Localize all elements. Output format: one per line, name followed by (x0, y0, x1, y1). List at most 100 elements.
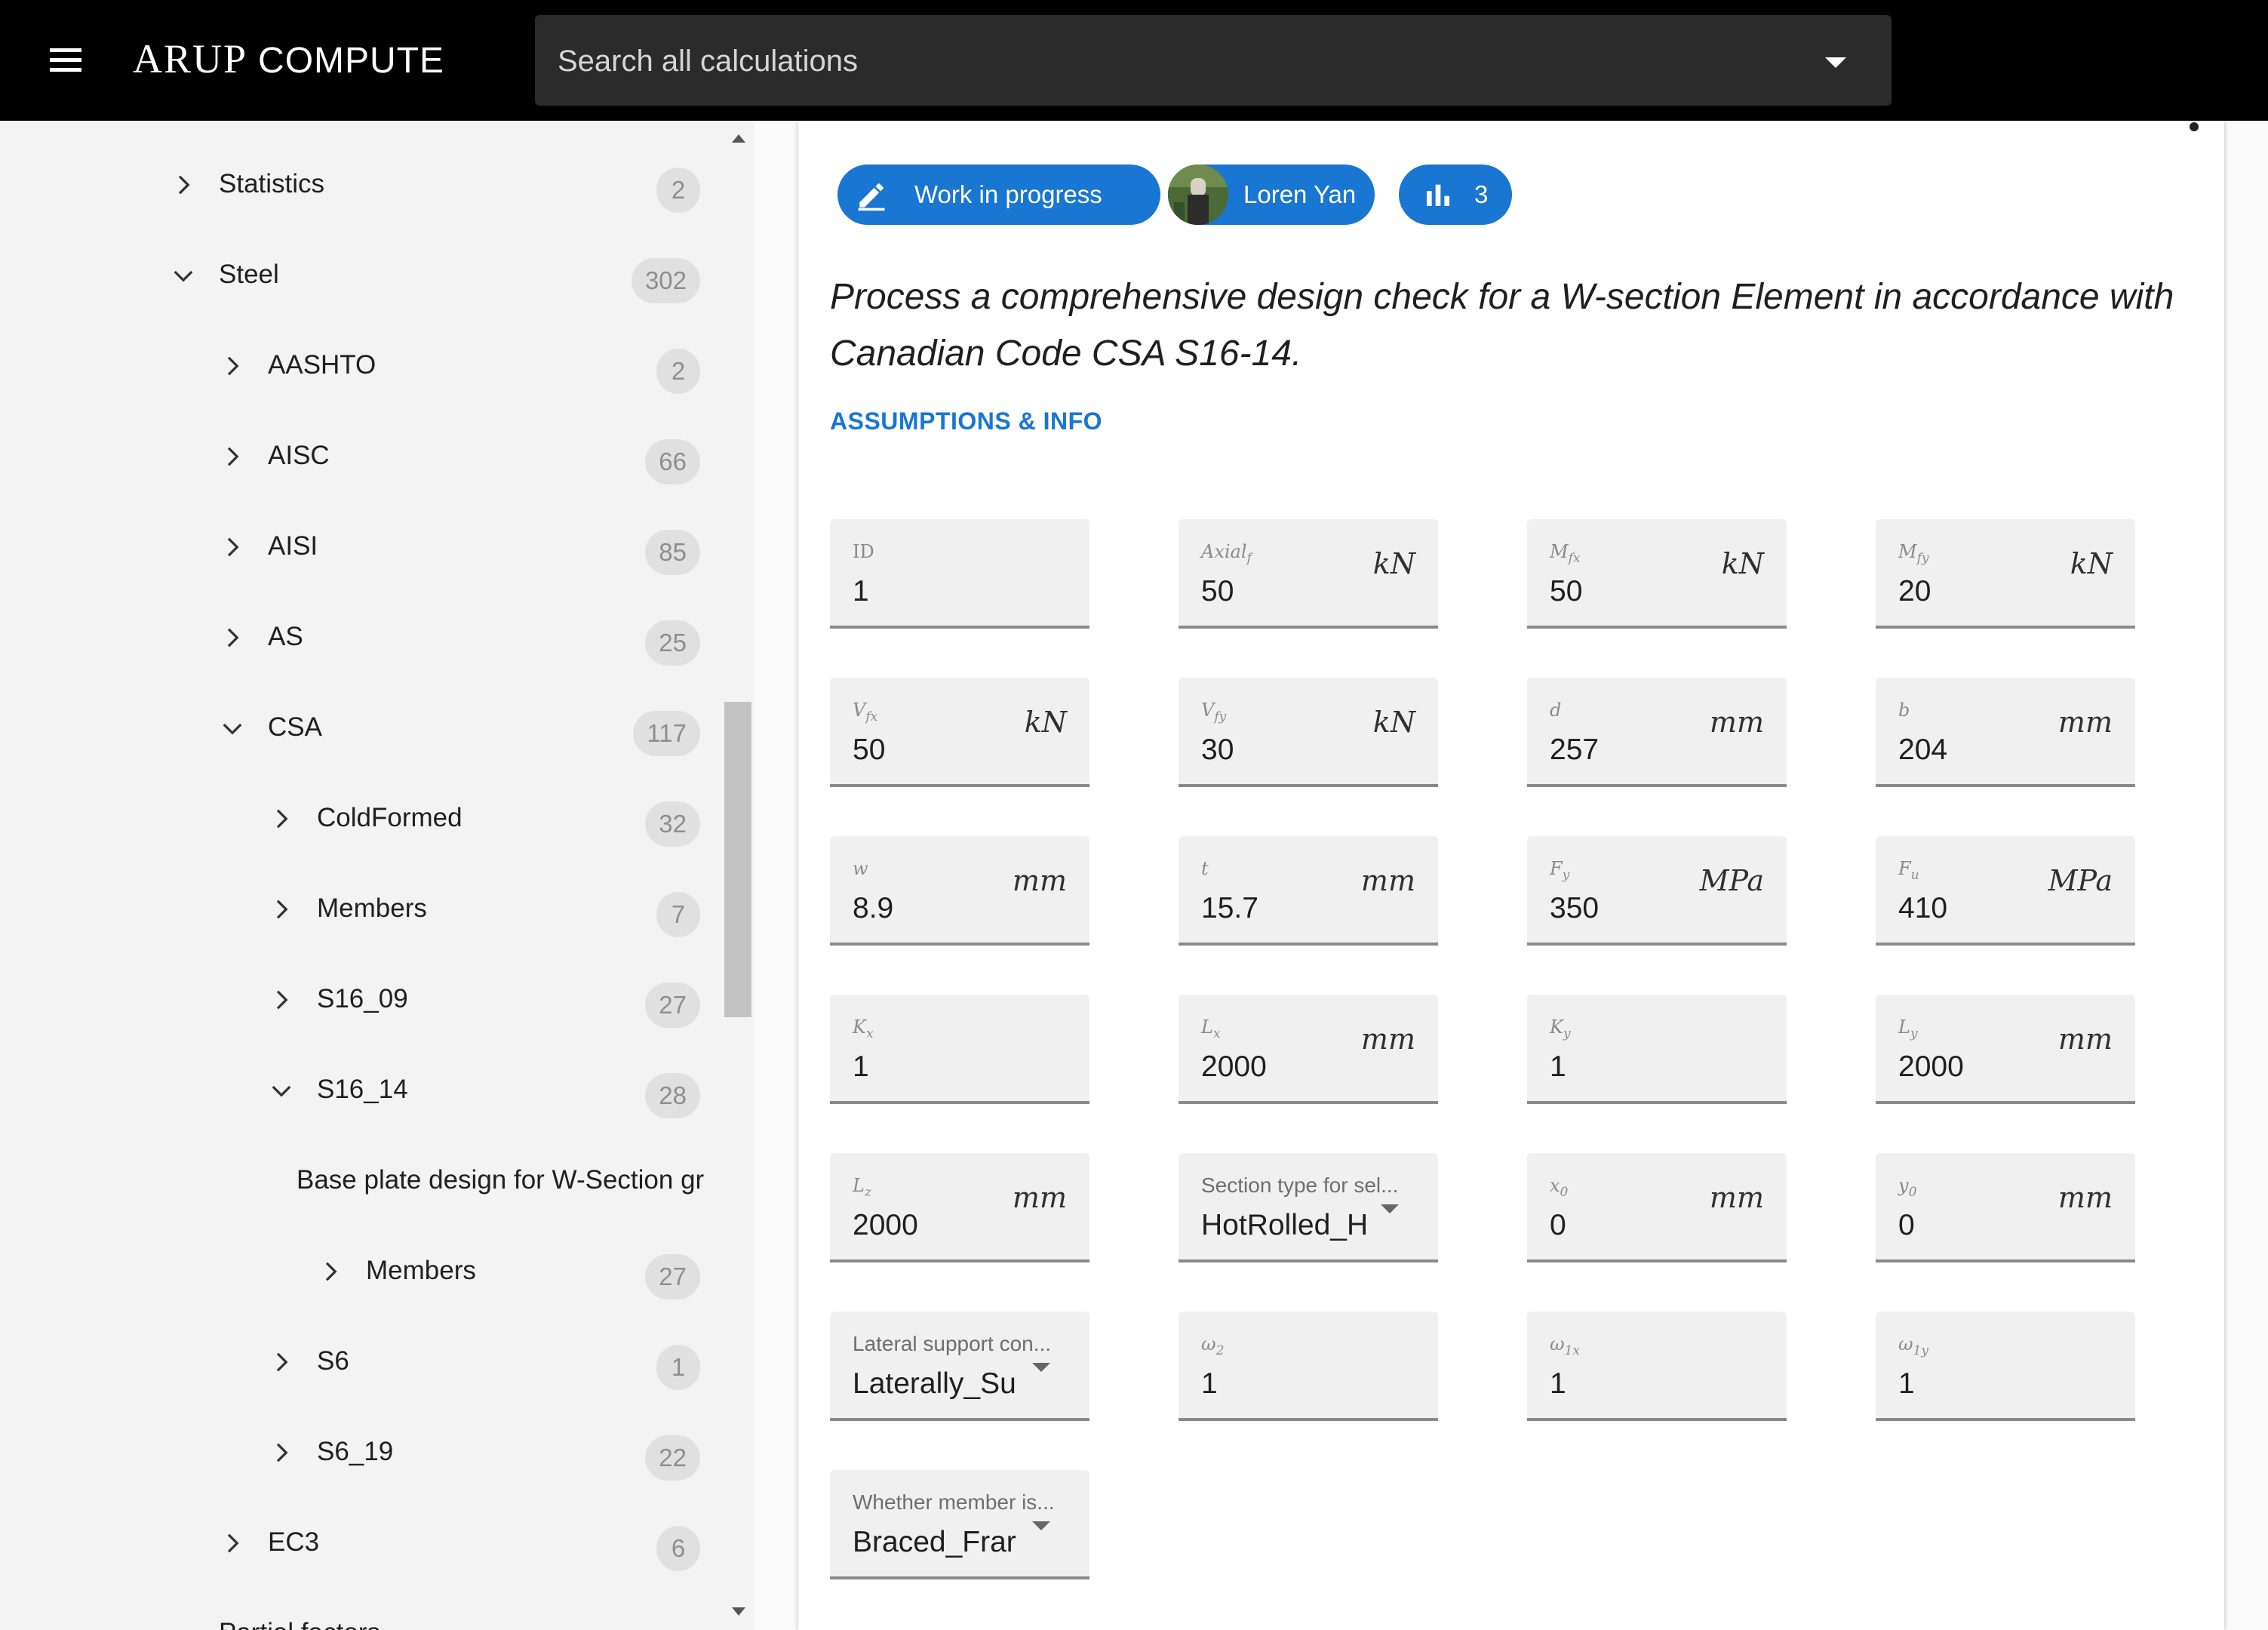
field-value[interactable]: 0 (1550, 1207, 1566, 1244)
input-field[interactable]: d 257 mm (1527, 678, 1787, 787)
sidebar-item[interactable]: S6_19 22 (0, 1419, 724, 1487)
input-field[interactable]: ω1x 1 (1527, 1312, 1787, 1421)
sidebar-item[interactable]: Members 27 (0, 1238, 724, 1306)
chevron-right-icon[interactable] (221, 445, 244, 468)
input-field[interactable]: y0 0 mm (1876, 1153, 2135, 1262)
input-field[interactable]: ω2 1 (1179, 1312, 1438, 1421)
sidebar-scrollbar[interactable] (723, 121, 754, 1630)
field-value[interactable]: 2000 (853, 1207, 918, 1244)
input-field[interactable]: Ky 1 (1527, 995, 1787, 1104)
field-value[interactable]: 20 (1898, 574, 1931, 610)
stats-chip[interactable]: 3 (1399, 165, 1512, 225)
input-field[interactable]: Mfx 50 kN (1527, 519, 1787, 629)
input-field[interactable]: Vfy 30 kN (1179, 678, 1438, 787)
sidebar-item[interactable]: S16_14 28 (0, 1056, 724, 1124)
input-field[interactable]: w 8.9 mm (830, 836, 1089, 946)
input-field[interactable]: Lz 2000 mm (830, 1153, 1089, 1262)
input-field[interactable]: Vfx 50 kN (830, 678, 1089, 787)
field-value[interactable]: 50 (1550, 574, 1582, 610)
app-logo[interactable]: ARUP COMPUTE (133, 35, 444, 85)
input-field[interactable]: x0 0 mm (1527, 1153, 1787, 1262)
scroll-up-icon[interactable] (732, 134, 745, 143)
sidebar-item[interactable]: AS 25 (0, 604, 724, 672)
field-value[interactable]: Braced_Frar (853, 1524, 1034, 1561)
sidebar-item[interactable]: AASHTO 2 (0, 332, 724, 400)
chevron-right-icon[interactable] (270, 807, 293, 830)
field-value[interactable]: 8.9 (853, 890, 893, 927)
sidebar-item[interactable]: AISC 66 (0, 423, 724, 491)
author-chip[interactable]: Loren Yan (1168, 165, 1375, 225)
input-field[interactable]: ω1y 1 (1876, 1312, 2135, 1421)
assumptions-link[interactable]: ASSUMPTIONS & INFO (830, 406, 1102, 436)
input-field[interactable]: Ly 2000 mm (1876, 995, 2135, 1104)
chevron-right-icon[interactable] (270, 898, 293, 921)
sidebar-item[interactable]: S6 1 (0, 1328, 724, 1396)
input-field[interactable]: Fy 350 MPa (1527, 836, 1787, 946)
hamburger-icon[interactable] (45, 44, 85, 77)
input-field[interactable]: Lx 2000 mm (1179, 995, 1438, 1104)
field-value[interactable]: 0 (1898, 1207, 1915, 1244)
sidebar-item[interactable]: Steel 302 (0, 241, 724, 309)
sidebar-item[interactable]: Members 7 (0, 875, 724, 943)
field-value[interactable]: 1 (853, 574, 869, 610)
sidebar-item[interactable]: ColdFormed 32 (0, 785, 724, 853)
search-input[interactable]: Search all calculations (535, 15, 1892, 106)
chevron-right-icon[interactable] (270, 1441, 293, 1464)
field-value[interactable]: Laterally_Su (853, 1366, 1034, 1402)
chevron-right-icon[interactable] (172, 174, 195, 196)
field-value[interactable]: 1 (853, 1049, 869, 1085)
chevron-right-icon[interactable] (221, 626, 244, 649)
chevron-down-icon[interactable] (270, 1079, 293, 1102)
select-field[interactable]: Lateral support con... Laterally_Su (830, 1312, 1089, 1421)
field-value[interactable]: 1 (1898, 1366, 1915, 1402)
select-field[interactable]: Whether member is... Braced_Frar (830, 1470, 1089, 1579)
field-value[interactable]: 2000 (1898, 1049, 1964, 1085)
input-field[interactable]: b 204 mm (1876, 678, 2135, 787)
input-field[interactable]: Kx 1 (830, 995, 1089, 1104)
field-label: y0 (1898, 1175, 1917, 1200)
chevron-right-icon[interactable] (221, 355, 244, 377)
field-value[interactable]: 350 (1550, 890, 1599, 927)
input-field[interactable]: Fu 410 MPa (1876, 836, 2135, 946)
input-field[interactable]: Axialf 50 kN (1179, 519, 1438, 629)
field-value[interactable]: 1 (1550, 1049, 1566, 1085)
scroll-down-icon[interactable] (732, 1607, 745, 1616)
status-chip[interactable]: Work in progress (837, 165, 1160, 225)
chevron-down-icon[interactable] (172, 264, 195, 287)
chevron-right-icon[interactable] (270, 1351, 293, 1373)
field-value[interactable]: 15.7 (1201, 890, 1258, 927)
input-field[interactable]: Mfy 20 kN (1876, 519, 2135, 629)
sidebar-item[interactable]: S16_09 27 (0, 966, 724, 1034)
field-value[interactable]: HotRolled_H (1201, 1207, 1382, 1244)
scroll-thumb[interactable] (724, 702, 751, 1017)
sidebar-item-label: Statistics (219, 169, 325, 198)
sidebar-item-label: Base plate design for W-Section gr (297, 1165, 704, 1195)
sidebar-item[interactable]: EC3 6 (0, 1509, 724, 1577)
sidebar-item[interactable]: CSA 117 (0, 694, 724, 762)
field-value[interactable]: 30 (1201, 732, 1234, 768)
caret-down-icon[interactable] (1032, 1363, 1050, 1372)
sidebar-item[interactable]: Partial factors (0, 1600, 724, 1630)
field-value[interactable]: 50 (853, 732, 885, 768)
field-value[interactable]: 410 (1898, 890, 1947, 927)
field-value[interactable]: 1 (1550, 1366, 1566, 1402)
sidebar-item[interactable]: Statistics 2 (0, 151, 724, 219)
caret-down-icon[interactable] (1825, 57, 1846, 68)
chevron-down-icon[interactable] (221, 717, 244, 740)
field-value[interactable]: 2000 (1201, 1049, 1267, 1085)
field-value[interactable]: 257 (1550, 732, 1599, 768)
chevron-right-icon[interactable] (221, 1532, 244, 1555)
select-field[interactable]: Section type for sel... HotRolled_H (1179, 1153, 1438, 1262)
sidebar-item[interactable]: Base plate design for W-Section gr (0, 1147, 724, 1215)
field-value[interactable]: 204 (1898, 732, 1947, 768)
sidebar-item[interactable]: AISI 85 (0, 513, 724, 581)
caret-down-icon[interactable] (1032, 1521, 1050, 1530)
chevron-right-icon[interactable] (270, 989, 293, 1011)
chevron-right-icon[interactable] (319, 1260, 342, 1283)
input-field[interactable]: t 15.7 mm (1179, 836, 1438, 946)
chevron-right-icon[interactable] (221, 536, 244, 558)
field-value[interactable]: 50 (1201, 574, 1234, 610)
input-field[interactable]: ID 1 (830, 519, 1089, 629)
field-value[interactable]: 1 (1201, 1366, 1218, 1402)
caret-down-icon[interactable] (1381, 1204, 1399, 1213)
